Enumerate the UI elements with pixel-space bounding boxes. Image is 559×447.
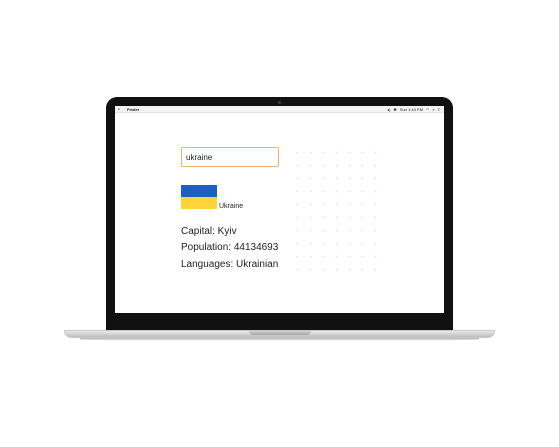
camera-icon: [278, 101, 281, 104]
wifi-icon[interactable]: ◠: [426, 106, 430, 113]
menu-bar: ● Finder ◂) ✱ Sun 1:44 PM ◠ ⌕ ≡: [115, 106, 444, 113]
bluetooth-icon[interactable]: ✱: [393, 106, 396, 113]
laptop-screen: ● Finder ◂) ✱ Sun 1:44 PM ◠ ⌕ ≡ Ukraine …: [115, 106, 444, 313]
status-area: ◂) ✱ Sun 1:44 PM ◠ ⌕ ≡: [387, 106, 440, 113]
search-input[interactable]: [181, 147, 279, 167]
country-name: Ukraine: [219, 203, 244, 210]
languages-text: Languages: Ukrainian: [181, 259, 279, 270]
search-icon[interactable]: ⌕: [432, 106, 434, 113]
base-shadow: [80, 338, 479, 341]
dot-pattern: [291, 146, 381, 271]
clock[interactable]: Sun 1:44 PM: [400, 106, 423, 113]
lid-notch: [249, 331, 311, 335]
population-text: Population: 44134693: [181, 242, 279, 253]
laptop-lid: ● Finder ◂) ✱ Sun 1:44 PM ◠ ⌕ ≡ Ukraine …: [106, 97, 453, 333]
list-icon[interactable]: ≡: [438, 106, 440, 113]
apple-icon[interactable]: ●: [118, 106, 120, 113]
flag-bottom-stripe: [181, 197, 217, 209]
country-flag: [181, 185, 217, 209]
menu-app-name[interactable]: Finder: [127, 106, 139, 113]
volume-icon[interactable]: ◂): [387, 106, 390, 113]
laptop-base: [64, 330, 495, 338]
capital-text: Capital: Kyiv: [181, 226, 237, 237]
flag-top-stripe: [181, 185, 217, 197]
